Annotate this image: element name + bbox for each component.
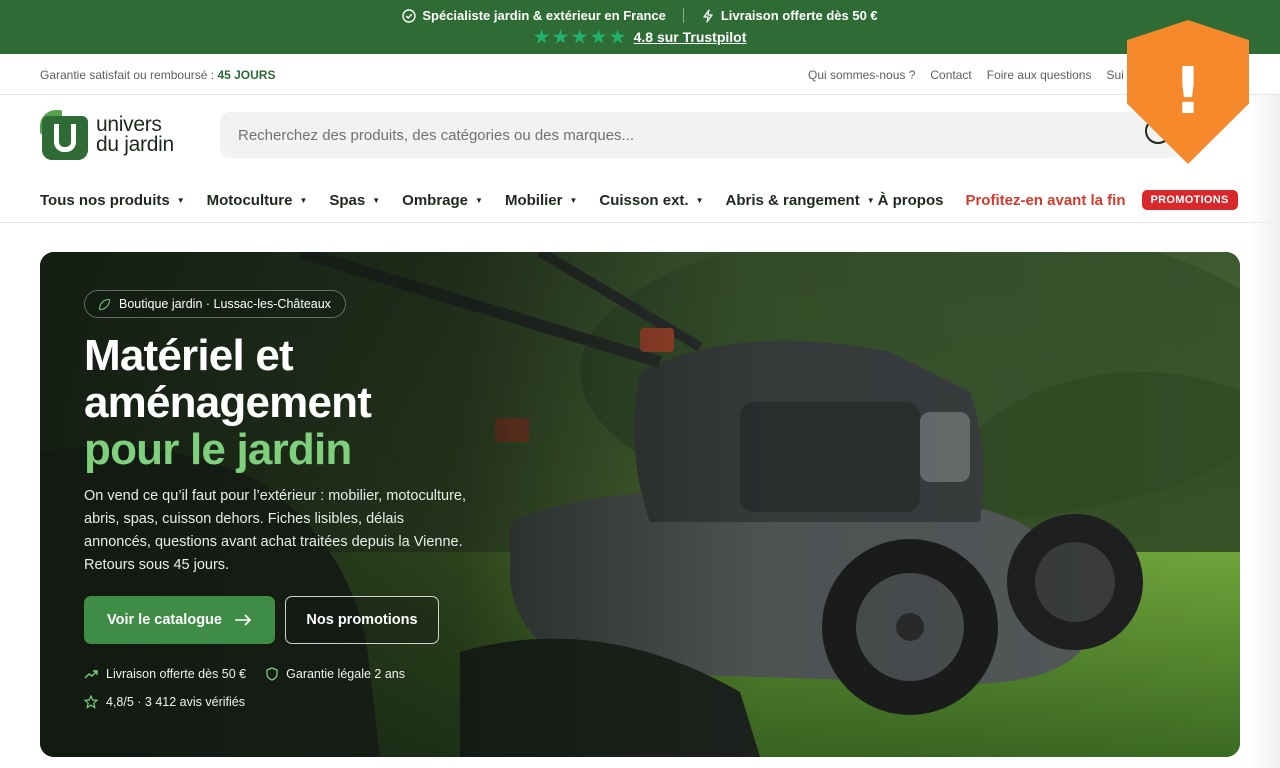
guarantee-notice: Garantie satisfait ou remboursé : 45 JOU…: [40, 68, 275, 82]
nav-label: Motoculture: [206, 191, 293, 209]
announcement-divider: [682, 8, 684, 23]
delivery-badge-text: Livraison offerte dès 50 €: [106, 667, 247, 681]
caret-down-icon: ▼: [569, 195, 578, 205]
hero-actions: Voir le catalogue Nos promotions: [84, 596, 504, 644]
arrow-right-icon: [234, 614, 252, 626]
star-icon: [590, 29, 607, 44]
view-catalog-label: Voir le catalogue: [107, 612, 222, 628]
nav-label: À propos: [877, 191, 944, 209]
caret-down-icon: ▼: [299, 195, 308, 205]
site-logo[interactable]: univers du jardin: [40, 110, 174, 160]
promotions-badge[interactable]: PROMOTIONS: [1141, 190, 1238, 210]
shield-icon: [266, 667, 278, 681]
nav-divider: [0, 222, 1280, 223]
hero-content: Boutique jardin · Lussac-les-Châteaux Ma…: [84, 290, 504, 709]
hero-description: On vend ce qu’il faut pour l’extérieur :…: [84, 488, 467, 573]
logo-wordmark: univers du jardin: [96, 113, 174, 156]
about-us-link[interactable]: Qui sommes-nous ?: [808, 68, 915, 82]
nav-abris[interactable]: Abris & rangement ▼: [726, 192, 878, 209]
caret-down-icon: ▼: [372, 195, 381, 205]
search-bar: [220, 112, 1180, 158]
nav-label: Spas: [329, 191, 366, 209]
leaf-icon: [99, 298, 110, 310]
store-location-tag: Boutique jardin · Lussac-les-Châteaux: [84, 290, 346, 318]
guarantee-label: Garantie satisfait ou remboursé :: [40, 68, 215, 82]
guarantee-value: 45 JOURS: [217, 68, 276, 82]
nav-label: Mobilier: [504, 191, 563, 209]
delivery-notice: Livraison offerte dès 50 €: [701, 8, 878, 23]
hero-trust-badges: Livraison offerte dès 50 € Garantie léga…: [84, 667, 504, 709]
contact-link[interactable]: Contact: [930, 68, 971, 82]
delivery-badge: Livraison offerte dès 50 €: [84, 667, 246, 681]
page-edge-shadow: [1250, 95, 1280, 768]
search-input[interactable]: [238, 112, 1118, 158]
hero-title-line-2: aménagement: [84, 378, 372, 427]
utility-bar: Garantie satisfait ou remboursé : 45 JOU…: [0, 54, 1280, 95]
nav-promo-link[interactable]: Profitez-en avant la fin: [965, 192, 1125, 209]
hero-title-line-1: Matériel et: [84, 331, 294, 380]
faq-link[interactable]: Foire aux questions: [987, 68, 1092, 82]
hero-banner: Boutique jardin · Lussac-les-Châteaux Ma…: [40, 252, 1240, 757]
store-location-text: Boutique jardin · Lussac-les-Châteaux: [119, 297, 331, 311]
hero-title: Matériel et aménagement pour le jardin: [84, 332, 504, 473]
star-icon: [609, 29, 626, 44]
nav-all-products[interactable]: Tous nos produits ▼: [40, 192, 185, 209]
nav-about[interactable]: À propos: [878, 192, 944, 209]
nav-label: Ombrage: [402, 191, 469, 209]
lightning-icon: [703, 8, 713, 23]
caret-down-icon: ▼: [695, 195, 704, 205]
warranty-badge: Garantie légale 2 ans: [266, 667, 405, 681]
specialist-text: Spécialiste jardin & extérieur en France: [422, 8, 666, 23]
promotions-button[interactable]: Nos promotions: [285, 596, 439, 644]
rating-stars: [533, 29, 626, 45]
trending-up-icon: [84, 670, 98, 679]
trustpilot-link[interactable]: 4.8 sur Trustpilot: [634, 29, 747, 45]
logo-line-1: univers: [96, 113, 162, 136]
nav-label: Abris & rangement: [725, 191, 860, 209]
logo-mark-icon: [40, 110, 88, 160]
warranty-badge-text: Garantie légale 2 ans: [286, 667, 405, 681]
nav-spas[interactable]: Spas ▼: [329, 192, 380, 209]
caret-down-icon: ▼: [475, 195, 483, 205]
nav-label: Tous nos produits: [40, 191, 170, 209]
badge-row: Livraison offerte dès 50 € Garantie léga…: [84, 667, 504, 681]
caret-down-icon: ▼: [866, 195, 875, 205]
nav-cuisson[interactable]: Cuisson ext. ▼: [599, 192, 703, 209]
reviews-badge-text: 4,8/5 · 3 412 avis vérifiés: [106, 695, 245, 709]
tracking-link[interactable]: Sui: [1106, 68, 1123, 82]
view-catalog-button[interactable]: Voir le catalogue: [84, 596, 275, 644]
reviews-badge: 4,8/5 · 3 412 avis vérifiés: [84, 695, 504, 709]
warning-mark: !: [1173, 55, 1203, 129]
star-icon: [552, 29, 569, 44]
star-icon: [571, 29, 588, 44]
main-navigation: Tous nos produits ▼ Motoculture ▼ Spas ▼ Om…: [40, 186, 1250, 214]
nav-motoculture[interactable]: Motoculture ▼: [207, 192, 308, 209]
check-circle-icon: [402, 8, 417, 23]
trustpilot-rating[interactable]: 4.8 sur Trustpilot: [0, 29, 1280, 45]
nav-mobilier[interactable]: Mobilier ▼: [505, 192, 577, 209]
announcement-bar: Spécialiste jardin & extérieur en France…: [0, 0, 1280, 54]
caret-down-icon: ▼: [176, 195, 185, 205]
logo-line-2: du jardin: [96, 133, 174, 156]
nav-ombrage[interactable]: Ombrage ▼: [402, 192, 483, 209]
hero-title-accent: pour le jardin: [84, 425, 352, 474]
announcement-row: Spécialiste jardin & extérieur en France…: [0, 8, 1280, 23]
specialist-notice: Spécialiste jardin & extérieur en France: [402, 8, 666, 23]
star-icon: [533, 29, 550, 44]
star-outline-icon: [84, 695, 98, 709]
delivery-text: Livraison offerte dès 50 €: [720, 8, 878, 23]
nav-label: Cuisson ext.: [599, 191, 689, 209]
